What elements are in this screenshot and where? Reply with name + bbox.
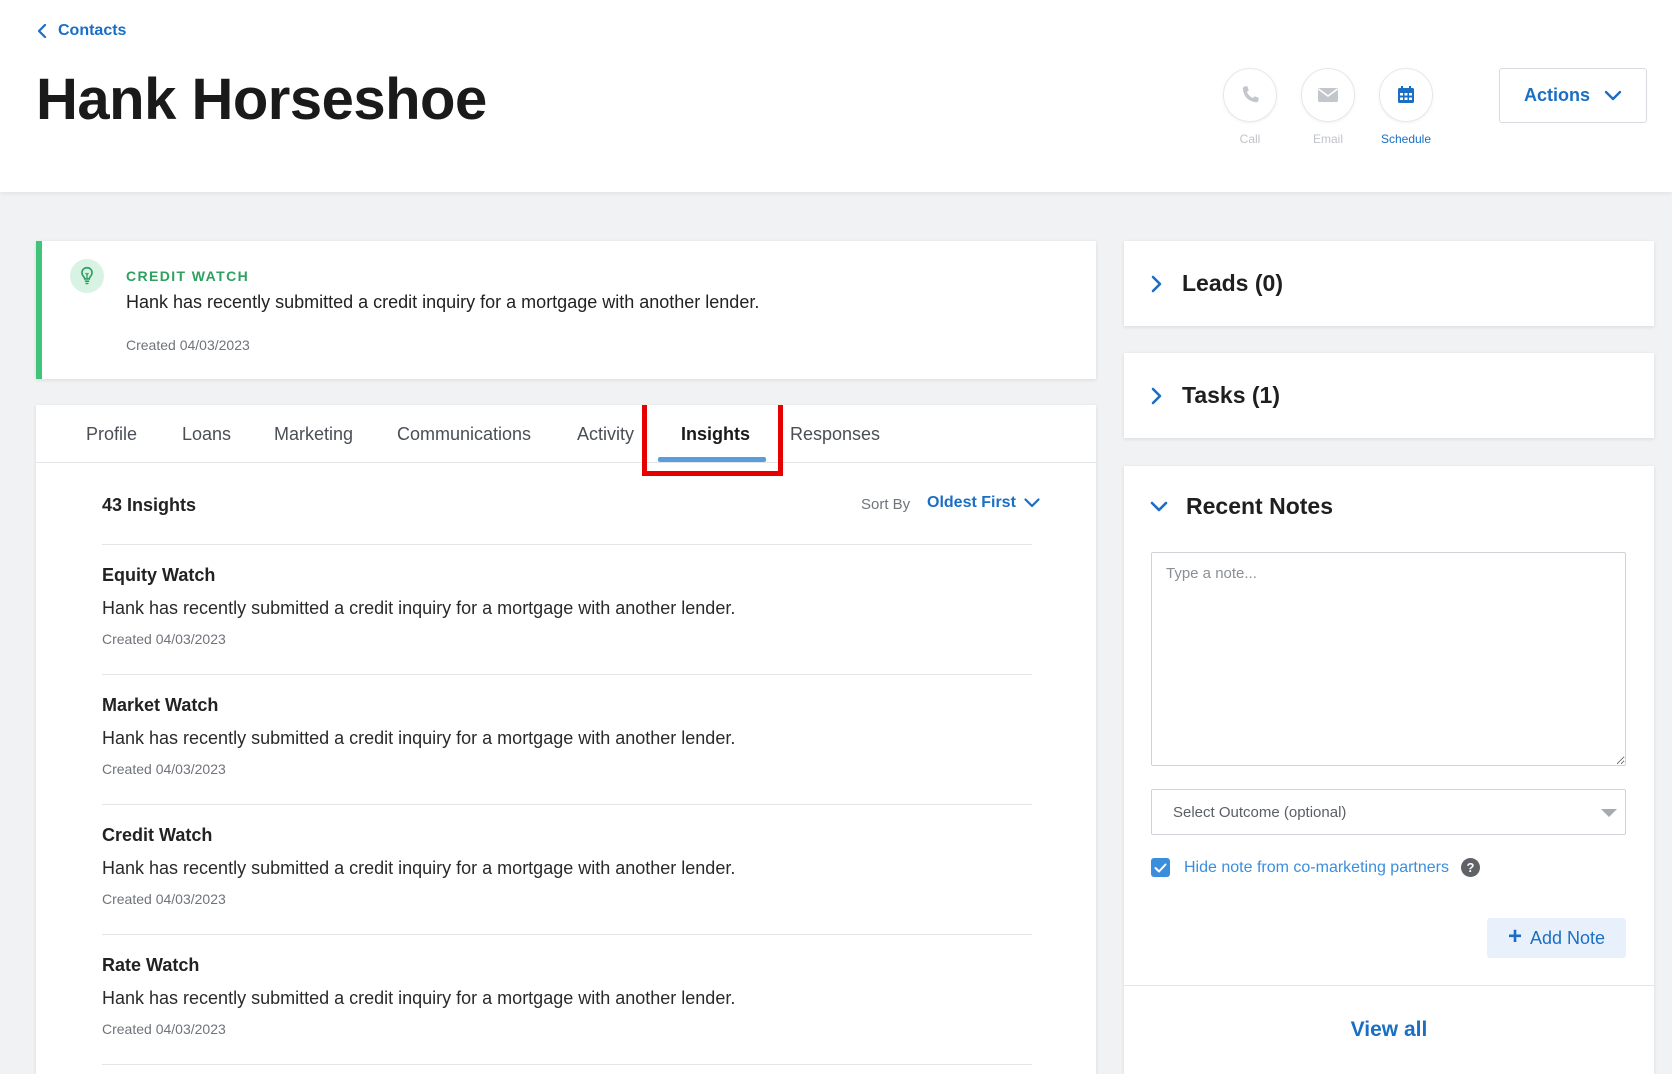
insight-title: Market Watch (102, 695, 219, 715)
leads-toggle[interactable]: Leads (0) (1150, 270, 1283, 297)
sort-by-label: Sort By (861, 496, 911, 513)
tasks-toggle[interactable]: Tasks (1) (1150, 382, 1280, 409)
insights-count: 43 Insights (102, 495, 197, 515)
chevron-right-icon (1151, 387, 1162, 404)
sort-order-dropdown[interactable]: Oldest First (927, 494, 1040, 512)
leads-label: Leads (0) (1182, 270, 1283, 296)
recent-notes-toggle[interactable]: Recent Notes (1150, 493, 1333, 520)
insight-text: Hank has recently submitted a credit inq… (102, 728, 736, 748)
chevron-left-icon (37, 24, 47, 38)
banner-date: Created 04/03/2023 (126, 337, 250, 353)
hide-note-label[interactable]: Hide note from co-marketing partners (1184, 859, 1449, 877)
caret-down-icon (1601, 809, 1617, 817)
call-circle (1223, 68, 1277, 122)
hide-note-checkbox[interactable] (1151, 858, 1170, 877)
list-item: Rate Watch Hank has recently submitted a… (102, 934, 1032, 1064)
add-note-label: Add Note (1529, 927, 1606, 948)
banner-text: Hank has recently submitted a credit inq… (126, 292, 760, 312)
add-note-button[interactable]: + Add Note (1487, 918, 1626, 958)
back-to-contacts-link[interactable]: Contacts (36, 22, 126, 40)
schedule-button[interactable]: Schedule (1378, 68, 1434, 146)
hide-note-option: Hide note from co-marketing partners ? (1151, 858, 1480, 877)
insight-date: Created 04/03/2023 (102, 631, 226, 647)
tab-responses[interactable]: Responses (790, 424, 880, 445)
insight-text: Hank has recently submitted a credit inq… (102, 858, 736, 878)
contact-detail-card: Profile Loans Marketing Communications A… (36, 405, 1096, 1074)
banner-eyebrow: CREDIT WATCH (126, 268, 250, 284)
list-divider (102, 1064, 1032, 1074)
calendar-icon (1398, 86, 1414, 103)
insight-text: Hank has recently submitted a credit inq… (102, 598, 736, 618)
insight-title: Rate Watch (102, 955, 200, 975)
schedule-label: Schedule (1380, 132, 1432, 146)
tab-activity[interactable]: Activity (577, 424, 634, 445)
phone-icon (1242, 86, 1259, 103)
list-item: Market Watch Hank has recently submitted… (102, 674, 1032, 804)
note-textarea[interactable] (1151, 552, 1626, 766)
active-tab-indicator (658, 457, 766, 462)
schedule-circle (1379, 68, 1433, 122)
recent-notes-panel: Recent Notes Select Outcome (optional) H… (1124, 466, 1654, 1074)
tab-profile[interactable]: Profile (86, 424, 137, 445)
tab-loans[interactable]: Loans (182, 424, 231, 445)
insight-title: Equity Watch (102, 565, 216, 585)
list-item: Equity Watch Hank has recently submitted… (102, 544, 1032, 674)
notes-divider (1124, 985, 1654, 986)
chevron-down-icon (1604, 90, 1622, 100)
recent-notes-title: Recent Notes (1186, 493, 1333, 519)
insight-date: Created 04/03/2023 (102, 761, 226, 777)
tab-marketing[interactable]: Marketing (274, 424, 353, 445)
tab-insights[interactable]: Insights (681, 424, 750, 445)
list-item: Credit Watch Hank has recently submitted… (102, 804, 1032, 934)
leads-panel: Leads (0) (1124, 241, 1654, 326)
back-link-label: Contacts (58, 22, 127, 39)
outcome-select[interactable]: Select Outcome (optional) (1151, 789, 1626, 835)
actions-dropdown-button[interactable]: Actions (1499, 68, 1647, 123)
call-button[interactable]: Call (1222, 68, 1278, 146)
quick-actions: Call Email Schedule (1222, 68, 1434, 146)
chevron-down-icon (1150, 501, 1168, 511)
call-label: Call (1239, 132, 1261, 146)
credit-watch-banner: CREDIT WATCH Hank has recently submitted… (36, 241, 1096, 379)
checkmark-icon (1154, 863, 1167, 872)
tab-bar: Profile Loans Marketing Communications A… (36, 405, 1096, 463)
outcome-placeholder: Select Outcome (optional) (1173, 803, 1347, 821)
page-header: Contacts Hank Horseshoe Call Email Sched… (0, 0, 1672, 192)
email-circle (1301, 68, 1355, 122)
lightbulb-icon (70, 259, 104, 293)
view-all-notes-link[interactable]: View all (1124, 1018, 1654, 1042)
contact-name: Hank Horseshoe (36, 67, 487, 132)
insight-date: Created 04/03/2023 (102, 891, 226, 907)
email-icon (1318, 88, 1338, 102)
insight-text: Hank has recently submitted a credit inq… (102, 988, 736, 1008)
actions-label: Actions (1523, 85, 1590, 105)
chevron-right-icon (1151, 275, 1162, 292)
insight-title: Credit Watch (102, 825, 213, 845)
plus-icon: + (1507, 923, 1522, 950)
sort-order-value: Oldest First (927, 494, 1016, 511)
insight-list: Equity Watch Hank has recently submitted… (102, 544, 1032, 1074)
email-label: Email (1312, 132, 1343, 146)
tasks-panel: Tasks (1) (1124, 353, 1654, 438)
insight-date: Created 04/03/2023 (102, 1021, 226, 1037)
chevron-down-icon (1024, 498, 1040, 508)
help-icon[interactable]: ? (1461, 858, 1480, 877)
tasks-label: Tasks (1) (1182, 382, 1281, 408)
email-button[interactable]: Email (1300, 68, 1356, 146)
tab-communications[interactable]: Communications (397, 424, 531, 445)
